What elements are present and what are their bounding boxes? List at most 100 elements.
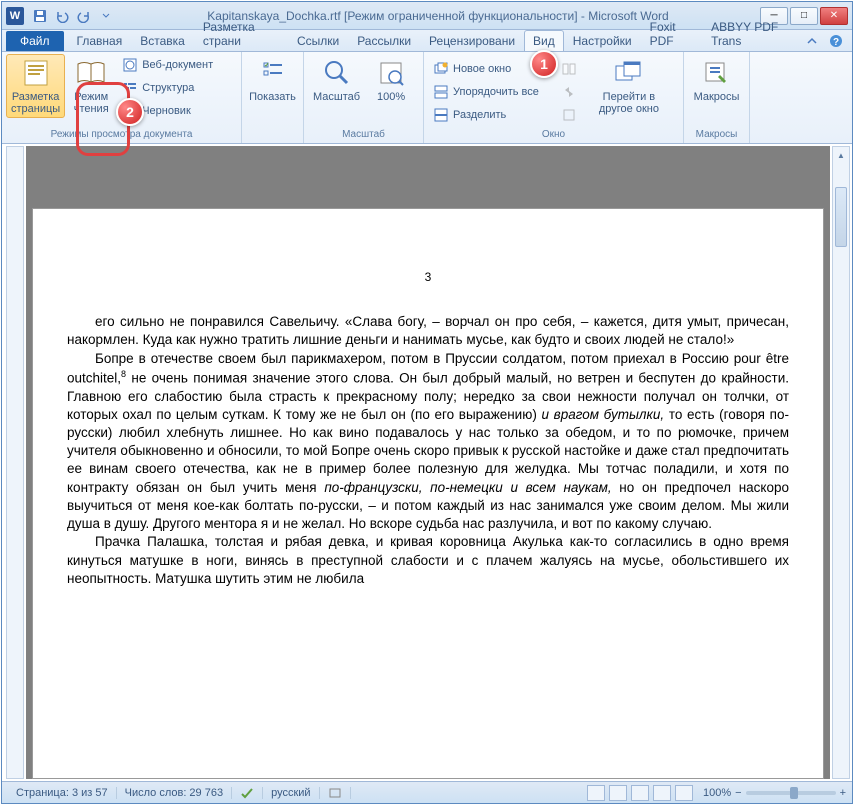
- page-previous-bottom: 7 Дядька – слуга, приставленный к мальчи…: [32, 146, 824, 192]
- tab-references[interactable]: Ссылки: [288, 30, 348, 51]
- show-label: Показать: [249, 91, 296, 103]
- status-page[interactable]: Страница: 3 из 57: [8, 787, 117, 799]
- web-layout-button[interactable]: Веб-документ: [117, 54, 218, 76]
- quick-access-toolbar: [30, 6, 116, 26]
- view-draft-button[interactable]: [675, 785, 693, 801]
- zoom-out-button[interactable]: −: [735, 787, 741, 799]
- view-web-button[interactable]: [631, 785, 649, 801]
- document-area[interactable]: 7 Дядька – слуга, приставленный к мальчи…: [26, 146, 830, 779]
- marker-2: 2: [116, 98, 144, 126]
- zoom-100-icon: [375, 57, 407, 89]
- show-group-label: [246, 139, 299, 141]
- sync-scroll-button[interactable]: [556, 81, 582, 103]
- file-tab[interactable]: Файл: [6, 31, 64, 51]
- view-reading-button[interactable]: [609, 785, 627, 801]
- paragraph-3: Прачка Палашка, толстая и рябая девка, и…: [67, 533, 789, 588]
- window-group-label: Окно: [428, 128, 679, 141]
- switch-windows-button[interactable]: Перейти в другое окно: [594, 54, 664, 118]
- zoom-icon: [321, 57, 353, 89]
- view-print-button[interactable]: [587, 785, 605, 801]
- qat-dropdown-icon[interactable]: [96, 6, 116, 26]
- side-by-side-icon: [561, 61, 577, 77]
- arrange-all-button[interactable]: Упорядочить все: [428, 81, 544, 103]
- zoom-group-label: Масштаб: [308, 128, 419, 141]
- outline-button[interactable]: Структура: [117, 77, 218, 99]
- macros-button[interactable]: Макросы: [689, 54, 745, 106]
- draft-label: Черновик: [142, 105, 191, 117]
- footnote-num: 7: [67, 155, 72, 165]
- zoom-slider[interactable]: [746, 791, 836, 795]
- status-spellcheck-icon[interactable]: [232, 787, 263, 799]
- page-current: 3 его сильно не понравился Савельичу. «С…: [32, 208, 824, 779]
- undo-icon[interactable]: [52, 6, 72, 26]
- new-window-label: Новое окно: [453, 63, 511, 75]
- show-button[interactable]: Показать: [246, 54, 299, 106]
- marker-1: 1: [530, 50, 558, 78]
- reset-position-button[interactable]: [556, 104, 582, 126]
- zoom-button[interactable]: Масштаб: [308, 54, 365, 106]
- web-layout-icon: [122, 57, 138, 73]
- views-group-label: Режимы просмотра документа: [6, 128, 237, 141]
- save-icon[interactable]: [30, 6, 50, 26]
- side-by-side-button[interactable]: [556, 58, 582, 80]
- split-button[interactable]: Разделить: [428, 104, 544, 126]
- arrange-icon: [433, 84, 449, 100]
- status-language[interactable]: русский: [263, 787, 319, 799]
- vertical-scrollbar[interactable]: ▲: [832, 146, 850, 779]
- outline-label: Структура: [142, 82, 194, 94]
- footnote-text: – слуга, приставленный к мальчику в двор…: [116, 157, 434, 171]
- view-outline-button[interactable]: [653, 785, 671, 801]
- svg-text:?: ?: [833, 37, 839, 48]
- print-layout-label: Разметка страницы: [11, 91, 60, 115]
- print-layout-icon: [20, 57, 52, 89]
- switch-windows-label: Перейти в другое окно: [599, 91, 659, 115]
- tab-foxit[interactable]: Foxit PDF: [641, 16, 702, 51]
- tab-settings[interactable]: Настройки: [564, 30, 641, 51]
- tab-view[interactable]: Вид: [524, 30, 564, 51]
- page-number: 3: [67, 269, 789, 285]
- word-icon: W: [6, 7, 24, 25]
- tab-abbyy[interactable]: ABBYY PDF Trans: [702, 16, 802, 51]
- macros-group-label: Макросы: [688, 128, 745, 141]
- tab-mailings[interactable]: Рассылки: [348, 30, 420, 51]
- print-layout-button[interactable]: Разметка страницы: [6, 54, 65, 118]
- ribbon-tabs: Файл Главная Вставка Разметка страни Ссы…: [2, 30, 852, 52]
- zoom-percent[interactable]: 100%: [703, 787, 731, 799]
- tab-home[interactable]: Главная: [68, 30, 132, 51]
- reading-mode-label: Режим чтения: [74, 91, 109, 115]
- macros-icon: [700, 57, 732, 89]
- reading-mode-button[interactable]: Режим чтения: [67, 54, 115, 118]
- status-bar: Страница: 3 из 57 Число слов: 29 763 рус…: [2, 781, 852, 803]
- web-layout-label: Веб-документ: [142, 59, 213, 71]
- reading-mode-icon: [75, 57, 107, 89]
- paragraph-2: Бопре в отечестве своем был парикмахером…: [67, 350, 789, 534]
- sync-scroll-icon: [561, 84, 577, 100]
- split-label: Разделить: [453, 109, 506, 121]
- arrange-label: Упорядочить все: [453, 86, 539, 98]
- scrollbar-thumb[interactable]: [835, 187, 847, 247]
- macros-label: Макросы: [694, 91, 740, 103]
- split-icon: [433, 107, 449, 123]
- new-window-button[interactable]: Новое окно: [428, 58, 544, 80]
- vertical-ruler: [6, 146, 24, 779]
- zoom-label: Масштаб: [313, 91, 360, 103]
- close-button[interactable]: ✕: [820, 7, 848, 25]
- switch-windows-icon: [613, 57, 645, 89]
- minimize-ribbon-icon[interactable]: [802, 31, 822, 51]
- tab-insert[interactable]: Вставка: [131, 30, 194, 51]
- redo-icon[interactable]: [74, 6, 94, 26]
- show-icon: [257, 57, 289, 89]
- status-insert-icon[interactable]: [320, 787, 351, 799]
- tab-layout[interactable]: Разметка страни: [194, 16, 288, 51]
- scroll-up-icon[interactable]: ▲: [833, 147, 849, 163]
- status-words[interactable]: Число слов: 29 763: [117, 787, 232, 799]
- outline-icon: [122, 80, 138, 96]
- zoom-100-button[interactable]: 100%: [367, 54, 415, 106]
- zoom-in-button[interactable]: +: [840, 787, 846, 799]
- new-window-icon: [433, 61, 449, 77]
- help-icon[interactable]: ?: [826, 31, 846, 51]
- zoom-100-label: 100%: [377, 91, 405, 103]
- footnote-term: Дядька: [75, 157, 115, 171]
- tab-review[interactable]: Рецензировани: [420, 30, 524, 51]
- reset-position-icon: [561, 107, 577, 123]
